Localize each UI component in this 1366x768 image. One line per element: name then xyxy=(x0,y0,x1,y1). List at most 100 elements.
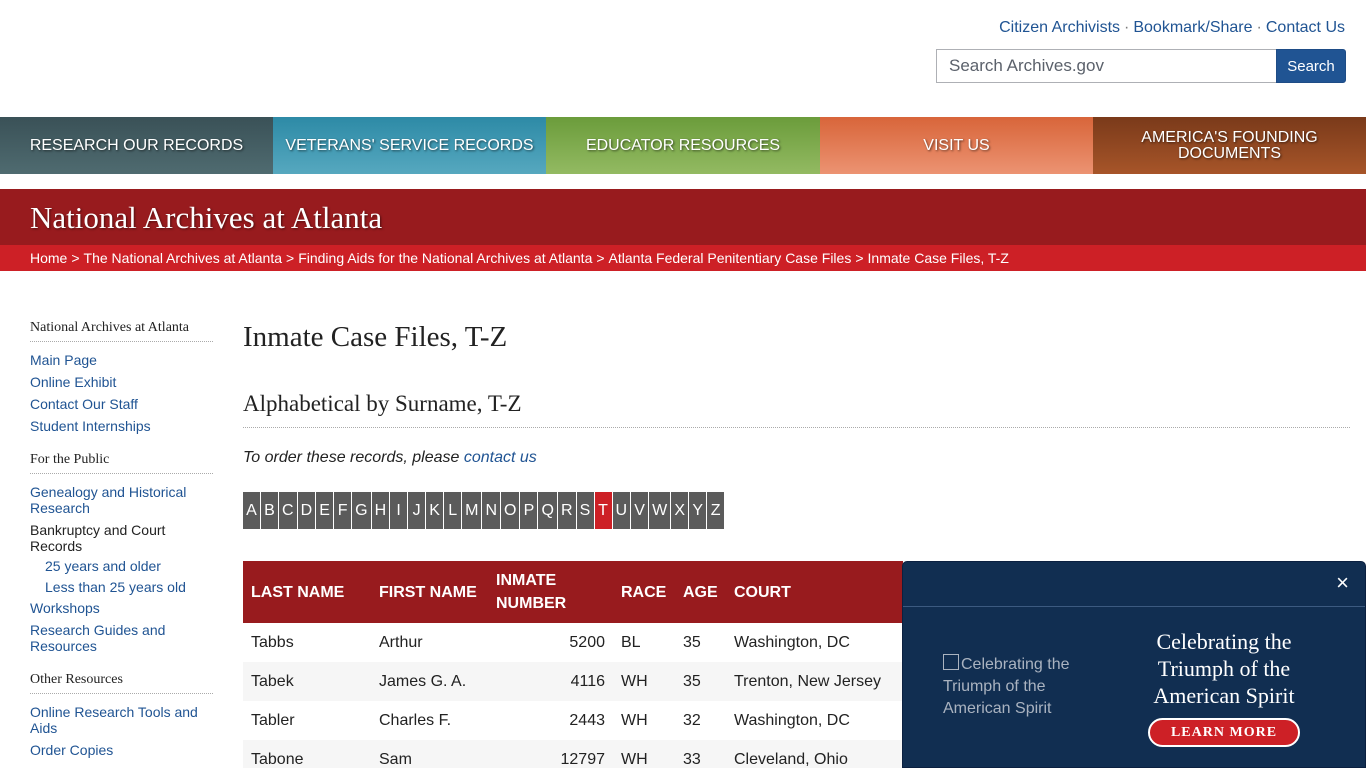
column-header: LAST NAME xyxy=(243,561,371,623)
column-header: AGE xyxy=(675,561,726,623)
nav-veterans-service-records[interactable]: Veterans' Service Records xyxy=(273,117,546,174)
table-cell: Tabone xyxy=(243,740,371,768)
close-icon[interactable]: × xyxy=(1336,572,1349,594)
promo-title: Celebrating the Triumph of the American … xyxy=(1153,629,1295,708)
table-header-row: LAST NAME FIRST NAME INMATE NUMBER RACE … xyxy=(243,561,903,623)
table-cell: 12797 xyxy=(488,740,613,768)
table-cell: Trenton, New Jersey xyxy=(726,662,903,701)
table-cell: Washington, DC xyxy=(726,623,903,662)
breadcrumb-current: Inmate Case Files, T-Z xyxy=(867,250,1009,266)
contact-us-link[interactable]: Contact Us xyxy=(1266,19,1345,36)
separator: · xyxy=(1256,19,1262,36)
promo-popup: × Celebrating the Triumph of the America… xyxy=(902,561,1366,768)
order-text: To order these records, please xyxy=(243,449,460,466)
separator: · xyxy=(1124,19,1130,36)
contact-us-inline-link[interactable]: contact us xyxy=(464,449,537,466)
breadcrumb-home[interactable]: Home xyxy=(30,250,67,266)
letter-v-link[interactable]: V xyxy=(631,492,649,529)
letter-h-link[interactable]: H xyxy=(371,492,390,529)
letter-f-link[interactable]: F xyxy=(334,492,352,529)
letter-l-link[interactable]: L xyxy=(444,492,462,529)
letter-x-link[interactable]: X xyxy=(671,492,689,529)
table-row: Tabler Charles F. 2443 WH 32 Washington, DC xyxy=(243,701,903,740)
site-banner: National Archives at Atlanta xyxy=(0,189,1366,245)
table-cell: 5200 xyxy=(488,623,613,662)
section-heading: Alphabetical by Surname, T-Z xyxy=(243,391,1350,428)
letter-y-link[interactable]: Y xyxy=(689,492,707,529)
sidebar-item-genealogy[interactable]: Genealogy and Historical Research xyxy=(30,484,213,516)
letter-u-link[interactable]: U xyxy=(612,492,631,529)
letter-n-link[interactable]: N xyxy=(482,492,501,529)
letter-w-link[interactable]: W xyxy=(649,492,671,529)
sidebar-subitem-less-25[interactable]: Less than 25 years old xyxy=(30,579,213,595)
letter-e-link[interactable]: E xyxy=(316,492,334,529)
breadcrumb-finding-aids[interactable]: Finding Aids for the National Archives a… xyxy=(298,250,592,266)
sidebar-item-online-exhibit[interactable]: Online Exhibit xyxy=(30,374,213,390)
table-cell: Washington, DC xyxy=(726,701,903,740)
utility-links: Citizen Archivists · Bookmark/Share · Contac… xyxy=(999,19,1345,37)
sidebar-subitem-25-older[interactable]: 25 years and older xyxy=(30,558,213,574)
table-cell: Tabek xyxy=(243,662,371,701)
learn-more-button[interactable]: LEARN MORE xyxy=(1148,718,1300,747)
sidebar-heading: For the Public xyxy=(30,452,213,474)
table-cell: WH xyxy=(613,740,675,768)
letter-s-link[interactable]: S xyxy=(576,492,594,529)
sidebar-item-order-copies[interactable]: Order Copies xyxy=(30,742,213,758)
bookmark-share-link[interactable]: Bookmark/Share xyxy=(1133,19,1252,36)
letter-z-link[interactable]: Z xyxy=(707,492,725,529)
letter-p-link[interactable]: P xyxy=(520,492,538,529)
promo-image: Celebrating the Triumph of the American … xyxy=(943,654,1093,720)
search-button[interactable]: Search xyxy=(1276,49,1346,83)
table-row: Tabek James G. A. 4116 WH 35 Trenton, New Jer… xyxy=(243,662,903,701)
letter-o-link[interactable]: O xyxy=(501,492,520,529)
breadcrumb-atlanta[interactable]: The National Archives at Atlanta xyxy=(84,250,282,266)
letter-a-link[interactable]: A xyxy=(243,492,260,529)
sidebar-item-online-tools[interactable]: Online Research Tools and Aids xyxy=(30,704,213,736)
table-cell: 32 xyxy=(675,701,726,740)
letter-r-link[interactable]: R xyxy=(557,492,576,529)
popup-header: × xyxy=(903,562,1365,607)
main-content: Inmate Case Files, T-Z Alphabetical by S… xyxy=(243,320,1350,768)
table-cell: 2443 xyxy=(488,701,613,740)
column-header: INMATE NUMBER xyxy=(488,561,613,623)
search-form: Search xyxy=(936,49,1346,83)
sidebar-item-contact-staff[interactable]: Contact Our Staff xyxy=(30,396,213,412)
sidebar-group-public: For the Public Genealogy and Historical … xyxy=(30,452,213,654)
banner-title: National Archives at Atlanta xyxy=(30,200,383,235)
sidebar-item-workshops[interactable]: Workshops xyxy=(30,600,213,616)
table-cell: James G. A. xyxy=(371,662,488,701)
nav-research-our-records[interactable]: Research Our Records xyxy=(0,117,273,174)
table-cell: Cleveland, Ohio xyxy=(726,740,903,768)
nav-educator-resources[interactable]: Educator Resources xyxy=(546,117,820,174)
letter-g-link[interactable]: G xyxy=(352,492,371,529)
table-cell: Tabler xyxy=(243,701,371,740)
sidebar-heading: Other Resources xyxy=(30,672,213,694)
table-cell: Arthur xyxy=(371,623,488,662)
table-cell: WH xyxy=(613,662,675,701)
table-cell: Tabbs xyxy=(243,623,371,662)
letter-i-link[interactable]: I xyxy=(390,492,408,529)
sidebar-item-research-guides[interactable]: Research Guides and Resources xyxy=(30,622,213,654)
search-input[interactable] xyxy=(936,49,1276,83)
citizen-archivists-link[interactable]: Citizen Archivists xyxy=(999,19,1120,36)
letter-m-link[interactable]: M xyxy=(462,492,482,529)
column-header: FIRST NAME xyxy=(371,561,488,623)
sidebar-item-main-page[interactable]: Main Page xyxy=(30,352,213,368)
letter-q-link[interactable]: Q xyxy=(538,492,557,529)
sidebar-group-other: Other Resources Online Research Tools an… xyxy=(30,672,213,758)
letter-b-link[interactable]: B xyxy=(261,492,278,529)
sidebar-item-internships[interactable]: Student Internships xyxy=(30,418,213,434)
column-header: COURT xyxy=(726,561,903,623)
table-row: Tabone Sam 12797 WH 33 Cleveland, Ohio xyxy=(243,740,903,768)
alphabet-nav: ABCDEFGHIJKLMNOPQRSTUVWXYZ xyxy=(243,492,1350,529)
nav-founding-documents[interactable]: America's Founding Documents xyxy=(1093,117,1366,174)
letter-t-link[interactable]: T xyxy=(594,492,612,529)
letter-j-link[interactable]: J xyxy=(408,492,426,529)
breadcrumb-penitentiary[interactable]: Atlanta Federal Penitentiary Case Files xyxy=(609,250,852,266)
letter-d-link[interactable]: D xyxy=(297,492,316,529)
letter-c-link[interactable]: C xyxy=(279,492,297,529)
table-cell: 35 xyxy=(675,623,726,662)
letter-k-link[interactable]: K xyxy=(426,492,444,529)
table-cell: Sam xyxy=(371,740,488,768)
nav-visit-us[interactable]: Visit Us xyxy=(820,117,1093,174)
